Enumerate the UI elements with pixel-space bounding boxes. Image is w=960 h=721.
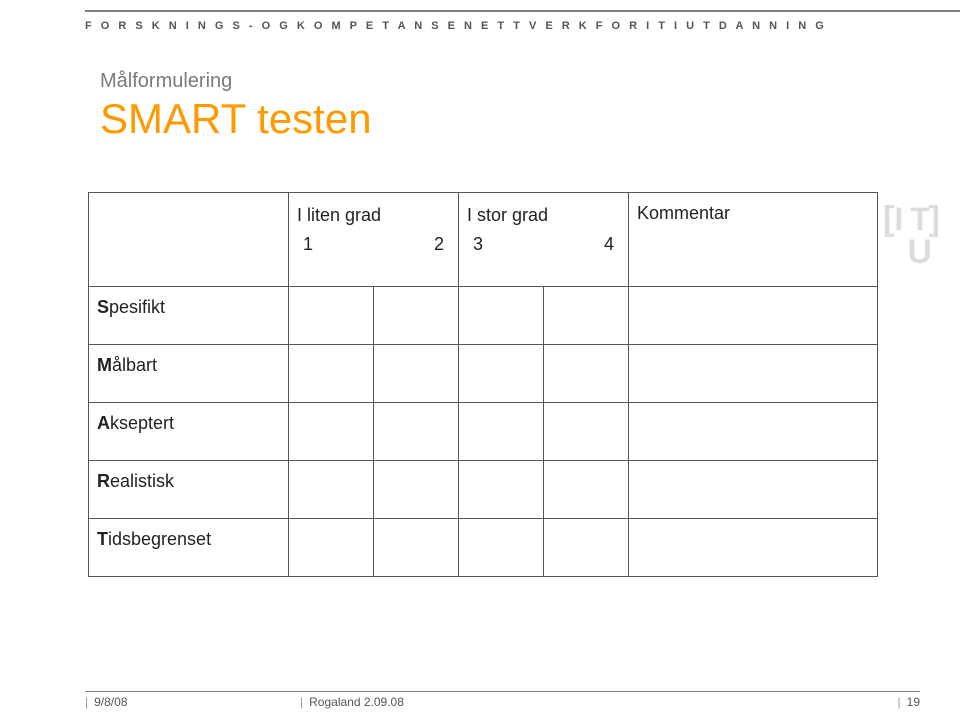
scale-2: 2 <box>434 232 444 257</box>
table-row: Spesifikt <box>89 287 878 345</box>
cell-comment <box>629 461 878 519</box>
table-row: Tidsbegrenset <box>89 519 878 577</box>
cell <box>544 461 629 519</box>
cell-comment <box>629 345 878 403</box>
low-grade-label: I liten grad <box>297 203 450 228</box>
header-blank <box>89 193 289 287</box>
slide-subtitle: Målformulering <box>100 70 372 93</box>
header-comment: Kommentar <box>629 193 878 287</box>
cell <box>459 403 544 461</box>
cell <box>374 519 459 577</box>
cell <box>374 345 459 403</box>
header-org-label: F O R S K N I N G S - O G K O M P E T A … <box>85 20 827 32</box>
cell <box>289 403 374 461</box>
cell <box>459 345 544 403</box>
cell <box>544 287 629 345</box>
footer-divider-icon: | <box>85 695 88 709</box>
footer-bar: | 9/8/08 | Rogaland 2.09.08 | 19 <box>85 691 920 709</box>
row-label-malbart: Målbart <box>89 345 289 403</box>
cell <box>374 287 459 345</box>
footer-page-number: 19 <box>907 695 920 709</box>
cell <box>544 403 629 461</box>
scale-1: 1 <box>303 232 313 257</box>
cell <box>289 345 374 403</box>
table-row: Realistisk <box>89 461 878 519</box>
scale-4: 4 <box>604 232 614 257</box>
cell <box>289 519 374 577</box>
table-header-row: I liten grad 1 2 I stor grad 3 4 <box>89 193 878 287</box>
footer-location: Rogaland 2.09.08 <box>309 695 404 709</box>
footer-date: 9/8/08 <box>94 695 127 709</box>
cell-comment <box>629 519 878 577</box>
header-high-grade: I stor grad 3 4 <box>459 193 629 287</box>
cell-comment <box>629 403 878 461</box>
cell <box>459 519 544 577</box>
cell <box>289 461 374 519</box>
cell <box>544 345 629 403</box>
smart-table: I liten grad 1 2 I stor grad 3 4 <box>88 192 878 577</box>
cell <box>459 287 544 345</box>
row-label-spesifikt: Spesifikt <box>89 287 289 345</box>
slide-title: SMART testen <box>100 95 372 143</box>
logo-bracket-left: [ <box>883 200 894 238</box>
header-low-grade: I liten grad 1 2 <box>289 193 459 287</box>
row-label-akseptert: Akseptert <box>89 403 289 461</box>
table-row: Akseptert <box>89 403 878 461</box>
high-grade-label: I stor grad <box>467 203 620 228</box>
title-block: Målformulering SMART testen <box>100 70 372 143</box>
footer-divider-icon: | <box>300 695 303 709</box>
cell-comment <box>629 287 878 345</box>
cell <box>374 461 459 519</box>
cell <box>544 519 629 577</box>
table-row: Målbart <box>89 345 878 403</box>
logo: [I T] U <box>883 200 940 272</box>
cell <box>374 403 459 461</box>
logo-it-text: I T <box>894 201 928 237</box>
footer-divider-icon: | <box>898 695 901 709</box>
cell <box>289 287 374 345</box>
header-bar: F O R S K N I N G S - O G K O M P E T A … <box>85 10 960 34</box>
row-label-realistisk: Realistisk <box>89 461 289 519</box>
cell <box>459 461 544 519</box>
scale-3: 3 <box>473 232 483 257</box>
row-label-tidsbegrenset: Tidsbegrenset <box>89 519 289 577</box>
